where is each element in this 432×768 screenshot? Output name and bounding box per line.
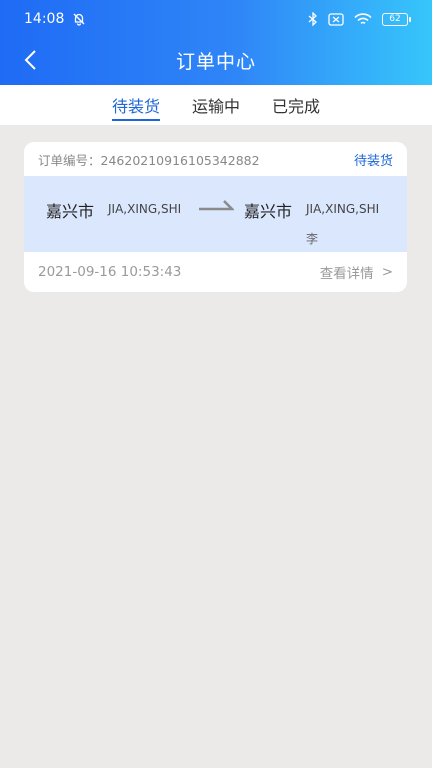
status-bar: 14:08 62	[0, 0, 432, 38]
destination-pinyin: JIA,XING,SHI	[306, 202, 380, 216]
route-section: 嘉兴市 JIA,XING,SHI 嘉兴市 JIA,XING,SHI 李	[24, 176, 407, 252]
order-number: 订单编号：24620210916105342882	[38, 152, 260, 168]
order-datetime: 2021-09-16 10:53:43	[38, 264, 182, 280]
app-header: 14:08 62 订单中心	[0, 0, 432, 85]
wifi-icon	[354, 12, 372, 26]
destination-city: 嘉兴市	[244, 202, 293, 221]
order-tabs: 待装货 运输中 已完成	[0, 85, 432, 125]
tab-pending-loading[interactable]: 待装货	[111, 85, 160, 125]
battery-icon: 62	[382, 12, 411, 26]
bluetooth-icon	[308, 12, 318, 26]
contact-name: 李	[306, 232, 319, 246]
order-status-badge: 待装货	[353, 153, 393, 169]
page-title: 订单中心	[175, 50, 256, 73]
view-details-link[interactable]: 查看详情 >	[320, 262, 393, 282]
status-time: 14:08	[24, 11, 65, 27]
chevron-right-icon: >	[381, 264, 393, 280]
order-card-header: 订单编号：24620210916105342882 待装货	[24, 142, 407, 176]
chevron-left-icon	[24, 50, 36, 70]
view-details-label: 查看详情	[319, 266, 374, 282]
origin-city: 嘉兴市	[46, 202, 95, 221]
order-card[interactable]: 订单编号：24620210916105342882 待装货 嘉兴市 JIA,XI…	[24, 142, 407, 292]
tab-in-transit[interactable]: 运输中	[192, 85, 240, 125]
origin-pinyin: JIA,XING,SHI	[108, 202, 182, 216]
order-card-footer: 2021-09-16 10:53:43 查看详情 >	[24, 252, 407, 292]
back-button[interactable]	[14, 44, 46, 76]
route-arrow-icon	[198, 198, 236, 218]
bell-muted-icon	[72, 12, 86, 26]
tab-completed[interactable]: 已完成	[272, 85, 320, 125]
sim-no-signal-icon	[328, 12, 344, 26]
